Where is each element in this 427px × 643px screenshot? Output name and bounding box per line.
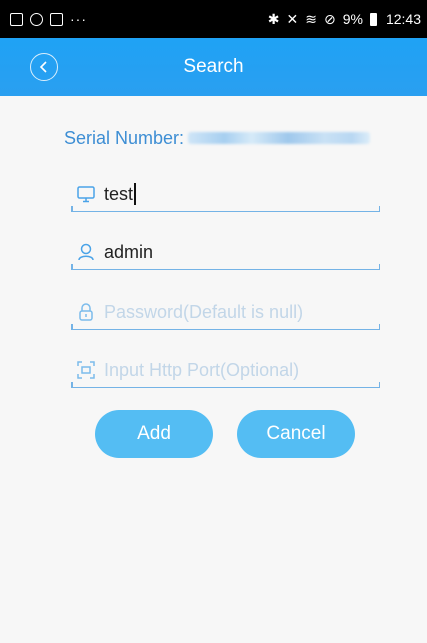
device-name-value: test: [104, 183, 134, 204]
serial-number-label: Serial Number:: [64, 127, 185, 148]
user-icon: [78, 243, 94, 261]
status-right-icons: ✱ ✕ ≋ ⊘ 9% 12:43: [268, 11, 421, 28]
back-button[interactable]: [30, 53, 58, 81]
http-port-placeholder: Input Http Port(Optional): [104, 359, 300, 380]
status-bar: ··· ✱ ✕ ≋ ⊘ 9% 12:43: [0, 0, 427, 38]
bluetooth-icon: ✱: [267, 10, 280, 27]
field-underline: [71, 268, 380, 270]
battery-icon: [369, 12, 377, 26]
app-header: Search: [0, 38, 427, 96]
field-underline: [71, 328, 380, 330]
more-notifications-icon: ···: [70, 11, 87, 27]
image-notification-icon: [10, 12, 23, 26]
serial-number-row: Serial Number:: [64, 126, 371, 150]
page-title: Search: [183, 56, 244, 77]
field-underline: [71, 386, 380, 388]
serial-number-value-blurred: [188, 132, 371, 144]
device-name-field[interactable]: test: [71, 176, 380, 212]
clock: 12:43: [385, 11, 421, 27]
mute-icon: ✕: [286, 10, 299, 27]
wifi-icon: ≋: [305, 10, 317, 27]
field-underline: [71, 210, 380, 212]
status-left-icons: ···: [10, 11, 87, 27]
http-port-field[interactable]: Input Http Port(Optional): [71, 352, 380, 388]
no-signal-icon: ⊘: [323, 10, 336, 27]
monitor-icon: [77, 186, 95, 203]
text-caret: [134, 183, 136, 205]
password-field[interactable]: Password(Default is null): [71, 294, 380, 330]
mail-notification-icon: [50, 12, 63, 26]
username-value: admin: [104, 241, 154, 262]
username-field[interactable]: admin: [71, 234, 380, 270]
cancel-button[interactable]: Cancel: [237, 410, 355, 458]
battery-percent: 9%: [342, 11, 363, 27]
lock-icon: [79, 303, 93, 321]
port-icon: [77, 361, 95, 379]
chevron-left-icon: [39, 61, 47, 73]
add-button[interactable]: Add: [95, 410, 213, 458]
password-placeholder: Password(Default is null): [104, 301, 304, 322]
sync-notification-icon: [30, 12, 43, 26]
